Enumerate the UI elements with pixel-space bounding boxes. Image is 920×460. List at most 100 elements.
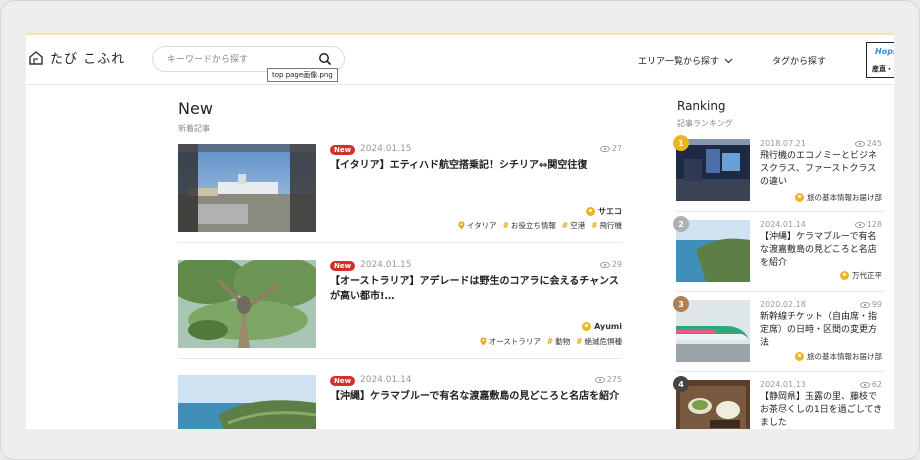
logo-text: たび こふれ [50, 52, 126, 67]
divider [676, 291, 884, 292]
eye-icon [599, 145, 610, 152]
ad-banner[interactable]: Hops 産直・ [866, 42, 894, 78]
ranking-author[interactable]: 万代正平 [840, 270, 882, 281]
hash-icon: # [561, 221, 569, 230]
ranking-section-title: Ranking [677, 99, 726, 113]
location-tag[interactable]: オーストラリア [480, 336, 541, 347]
view-count: 27 [611, 144, 622, 153]
ranking-date: 2018.07.21 [760, 139, 806, 148]
article-thumbnail-koala[interactable] [178, 260, 316, 348]
hash-icon: # [502, 221, 509, 230]
article-title[interactable]: 【オーストラリア】アデレードは野生のコアラに会えるチャンスが高い都市!… [330, 274, 620, 304]
eye-icon [594, 376, 605, 383]
author-name: Ayumi [594, 322, 622, 331]
rank-badge: 4 [673, 376, 689, 392]
ranking-item[interactable]: 3 2020.02.18 99 新幹線チケット（自由席・指定席）の日時・区間の変… [673, 296, 884, 372]
nav-area-dropdown[interactable]: エリア一覧から探す [638, 54, 733, 67]
ranking-title[interactable]: 【沖縄】ケラマブルーで有名な渡嘉敷島の見どころと名店を紹介 [760, 231, 884, 270]
ranking-date: 2024.01.13 [760, 380, 806, 389]
eye-icon [854, 221, 865, 228]
rank-badge: 2 [673, 216, 689, 232]
ranking-date: 2024.01.14 [760, 220, 806, 229]
ranking-thumbnail-cabin[interactable] [676, 139, 750, 201]
ranking-title[interactable]: 【静岡県】玉露の里、藤枝でお茶尽くしの1日を過ごしてきました [760, 391, 884, 429]
article-title[interactable]: 【沖縄】ケラマブルーで有名な渡嘉敷島の見どころと名店を紹介 [330, 389, 620, 404]
user-icon [840, 271, 849, 280]
location-pin-icon [458, 221, 465, 230]
ranking-title[interactable]: 飛行機のエコノミーとビジネスクラス、ファーストクラスの違い [760, 150, 884, 189]
banner-caption: 産直・ [872, 65, 893, 73]
article-tags: イタリア # お役立ち情報 # 空港 # 飛行機 [458, 220, 622, 231]
new-section-title: New [178, 99, 213, 118]
ranking-views: 62 [859, 380, 882, 389]
divider [676, 371, 884, 372]
article-thumbnail-airport[interactable] [178, 144, 316, 232]
article-card[interactable]: New 2024.01.14 275 【沖縄】ケラマブルーで有名な渡嘉敷島の見ど… [178, 375, 622, 429]
user-icon [582, 322, 592, 331]
article-card[interactable]: New 2024.01.15 29 【オーストラリア】アデレードは野生のコアラに… [178, 260, 622, 364]
ranking-author[interactable]: 旅の基本情報お届け部 [795, 351, 882, 362]
article-thumbnail-island[interactable] [178, 375, 316, 429]
hash-icon: # [546, 337, 554, 346]
article-date: 2024.01.14 [360, 375, 412, 385]
author-name: サエコ [598, 207, 622, 216]
ranking-thumbnail-shinkansen[interactable] [676, 300, 750, 362]
location-tag[interactable]: イタリア [458, 220, 497, 231]
ranking-thumbnail-island[interactable] [676, 220, 750, 282]
article-tags: オーストラリア # 動物 # 絶滅危惧種 [480, 336, 622, 347]
hashtag[interactable]: # 空港 [562, 220, 585, 231]
article-title[interactable]: 【イタリア】エティハド航空搭乗記！シチリア⇔関空往復 [330, 158, 620, 173]
new-badge: New [330, 145, 356, 155]
hash-icon: # [576, 337, 583, 346]
article-views: 27 [599, 144, 622, 153]
rank-badge: 1 [673, 135, 689, 151]
ranking-author[interactable]: 旅の基本情報お届け部 [795, 192, 882, 203]
hash-icon: # [591, 221, 598, 230]
divider [178, 242, 622, 243]
ranking-date: 2020.02.18 [760, 300, 806, 309]
eye-icon [854, 140, 865, 147]
image-tooltip: top page画像.png [267, 68, 338, 82]
article-card[interactable]: New 2024.01.15 27 【イタリア】エティハド航空搭乗記！シチリア⇔… [178, 144, 622, 248]
site-logo[interactable]: たび こふれ [28, 48, 125, 67]
location-pin-icon [480, 337, 487, 346]
ranking-item[interactable]: 4 2024.01.13 62 【静岡県】玉露の里、藤枝でお茶尽くしの1日を過ご… [673, 376, 884, 429]
article-date: 2024.01.15 [360, 144, 412, 154]
article-views: 275 [594, 375, 622, 384]
nav-tag-link[interactable]: タグから探す [772, 54, 826, 67]
article-views: 29 [599, 260, 622, 269]
house-logo-icon [29, 50, 43, 65]
view-count: 275 [606, 375, 622, 384]
hashtag[interactable]: # お役立ち情報 [503, 220, 556, 231]
search-input[interactable] [167, 51, 307, 68]
eye-icon [859, 381, 870, 388]
ranking-views: 99 [859, 300, 882, 309]
ranking-item[interactable]: 1 2018.07.21 245 飛行機のエコノミーとビジネスクラス、ファースト… [673, 135, 884, 211]
new-badge: New [330, 376, 356, 386]
search-icon[interactable] [318, 52, 332, 66]
article-author[interactable]: サエコ [586, 206, 622, 217]
view-count: 29 [611, 260, 622, 269]
ranking-views: 245 [854, 139, 882, 148]
user-icon [795, 193, 804, 202]
divider [676, 211, 884, 212]
article-author[interactable]: Ayumi [582, 322, 622, 331]
ranking-title[interactable]: 新幹線チケット（自由席・指定席）の日時・区間の変更方法 [760, 311, 884, 350]
ranking-item[interactable]: 2 2024.01.14 128 【沖縄】ケラマブルーで有名な渡嘉敷島の見どころ… [673, 216, 884, 292]
new-section-subtitle: 新着記事 [178, 124, 210, 133]
hashtag[interactable]: # 動物 [547, 336, 570, 347]
nav-area-label: エリア一覧から探す [638, 57, 720, 67]
hashtag[interactable]: # 飛行機 [591, 220, 622, 231]
banner-logo-text: Hops [875, 47, 894, 56]
browser-page: たび こふれ top page画像.png エリア一覧から探す タグから探す H… [26, 33, 894, 429]
new-badge: New [330, 261, 356, 271]
hashtag[interactable]: # 絶滅危惧種 [576, 336, 622, 347]
user-icon [795, 352, 804, 361]
eye-icon [599, 261, 610, 268]
chevron-down-icon [724, 58, 733, 63]
ranking-section-subtitle: 記事ランキング [677, 119, 733, 128]
ranking-views: 128 [854, 220, 882, 229]
user-icon [586, 207, 595, 216]
article-date: 2024.01.15 [360, 260, 412, 270]
site-header: たび こふれ top page画像.png エリア一覧から探す タグから探す H… [26, 35, 894, 85]
